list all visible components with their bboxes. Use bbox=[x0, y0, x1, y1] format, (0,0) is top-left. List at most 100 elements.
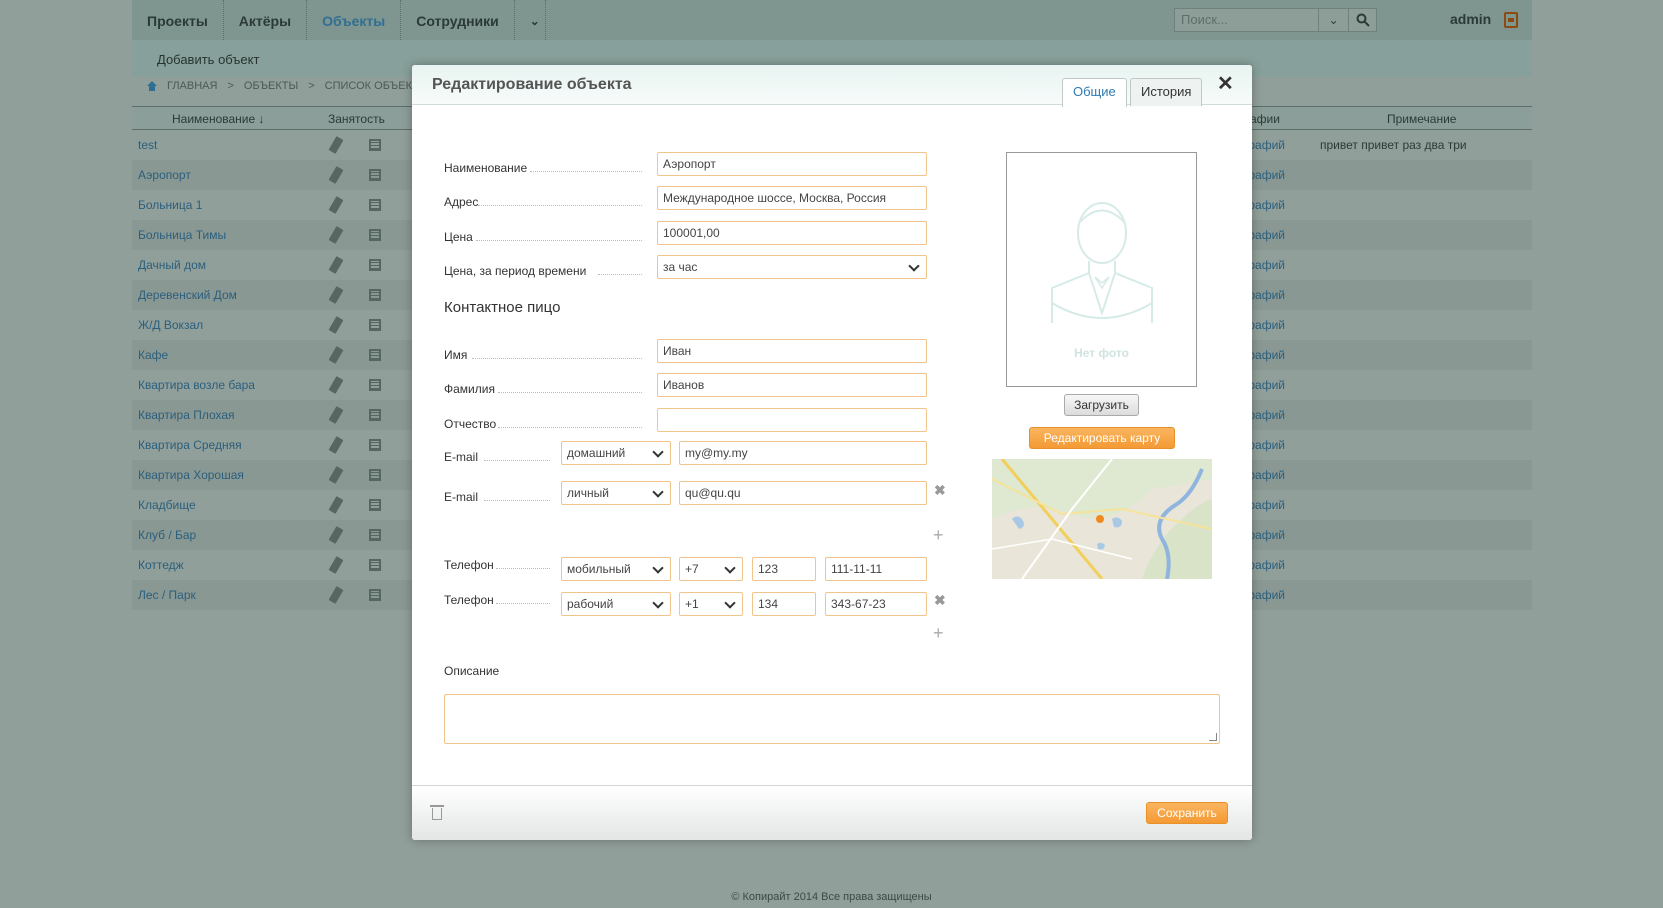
nav-more-dropdown[interactable]: ⌄ bbox=[515, 0, 546, 40]
edit-pencil-icon[interactable] bbox=[328, 346, 344, 364]
column-header-photos[interactable]: афии bbox=[1250, 112, 1280, 126]
nav-projects[interactable]: Проекты bbox=[132, 0, 224, 40]
row-name-link[interactable]: Больница 1 bbox=[138, 198, 202, 212]
calendar-icon[interactable] bbox=[369, 469, 381, 481]
add-phone-icon[interactable]: + bbox=[933, 623, 944, 644]
home-icon[interactable] bbox=[147, 81, 157, 91]
nav-objects[interactable]: Объекты bbox=[307, 0, 402, 40]
calendar-icon[interactable] bbox=[369, 169, 381, 181]
column-header-name[interactable]: Наименование ↓ bbox=[172, 112, 265, 126]
description-textarea[interactable] bbox=[444, 694, 1220, 744]
column-header-note[interactable]: Примечание bbox=[1387, 112, 1456, 126]
tab-history[interactable]: История bbox=[1130, 78, 1203, 106]
calendar-icon[interactable] bbox=[369, 439, 381, 451]
nav-employees[interactable]: Сотрудники bbox=[401, 0, 515, 40]
phone-country-code-select[interactable]: +7 bbox=[679, 557, 743, 581]
row-name-link[interactable]: Квартира Средняя bbox=[138, 438, 242, 452]
address-input[interactable]: Международное шоссе, Москва, Россия bbox=[657, 186, 927, 210]
edit-pencil-icon[interactable] bbox=[328, 526, 344, 544]
logout-icon[interactable] bbox=[1504, 12, 1518, 28]
row-name-link[interactable]: Деревенский Дом bbox=[138, 288, 237, 302]
row-name-link[interactable]: Лес / Парк bbox=[138, 588, 196, 602]
breadcrumb-home[interactable]: ГЛАВНАЯ bbox=[167, 80, 217, 92]
calendar-icon[interactable] bbox=[369, 589, 381, 601]
phone-type-select[interactable]: мобильный bbox=[561, 557, 671, 581]
row-name-link[interactable]: Больница Тимы bbox=[138, 228, 226, 242]
edit-pencil-icon[interactable] bbox=[328, 136, 344, 154]
row-name-link[interactable]: Квартира Плохая bbox=[138, 408, 235, 422]
calendar-icon[interactable] bbox=[369, 529, 381, 541]
price-input[interactable]: 100001,00 bbox=[657, 221, 927, 245]
column-header-busy[interactable]: Занятость bbox=[328, 112, 385, 126]
calendar-icon[interactable] bbox=[369, 229, 381, 241]
calendar-icon[interactable] bbox=[369, 199, 381, 211]
row-name-link[interactable]: Аэропорт bbox=[138, 168, 191, 182]
edit-pencil-icon[interactable] bbox=[328, 376, 344, 394]
row-name-link[interactable]: Квартира Хорошая bbox=[138, 468, 244, 482]
calendar-icon[interactable] bbox=[369, 499, 381, 511]
phone-area-input[interactable]: 134 bbox=[752, 592, 816, 616]
middle-name-input[interactable] bbox=[657, 408, 927, 432]
calendar-icon[interactable] bbox=[369, 139, 381, 151]
edit-pencil-icon[interactable] bbox=[328, 466, 344, 484]
nav-actors[interactable]: Актёры bbox=[224, 0, 308, 40]
close-icon[interactable]: ✕ bbox=[1217, 74, 1234, 94]
calendar-icon[interactable] bbox=[369, 349, 381, 361]
email-input[interactable]: qu@qu.qu bbox=[679, 481, 927, 505]
edit-pencil-icon[interactable] bbox=[328, 406, 344, 424]
edit-pencil-icon[interactable] bbox=[328, 436, 344, 454]
remove-email-icon[interactable]: ✖ bbox=[934, 482, 946, 499]
row-name-link[interactable]: Кафе bbox=[138, 348, 168, 362]
phone-number-input[interactable]: 343-67-23 bbox=[825, 592, 927, 616]
first-name-input[interactable]: Иван bbox=[657, 339, 927, 363]
row-name-link[interactable]: Ж/Д Вокзал bbox=[138, 318, 203, 332]
edit-pencil-icon[interactable] bbox=[328, 256, 344, 274]
phone-country-code-select[interactable]: +1 bbox=[679, 592, 743, 616]
upload-button[interactable]: Загрузить bbox=[1064, 394, 1139, 416]
email-type-value: личный bbox=[567, 486, 609, 500]
last-name-input[interactable]: Иванов bbox=[657, 373, 927, 397]
save-button[interactable]: Сохранить bbox=[1146, 802, 1228, 824]
calendar-icon[interactable] bbox=[369, 379, 381, 391]
calendar-icon[interactable] bbox=[369, 559, 381, 571]
edit-pencil-icon[interactable] bbox=[328, 286, 344, 304]
edit-pencil-icon[interactable] bbox=[328, 496, 344, 514]
row-name-link[interactable]: Кладбище bbox=[138, 498, 196, 512]
row-name-link[interactable]: Клуб / Бар bbox=[138, 528, 196, 542]
add-email-icon[interactable]: + bbox=[933, 525, 944, 546]
row-name-link[interactable]: Коттедж bbox=[138, 558, 184, 572]
edit-pencil-icon[interactable] bbox=[328, 196, 344, 214]
remove-phone-icon[interactable]: ✖ bbox=[934, 592, 946, 609]
phone-type-select[interactable]: рабочий bbox=[561, 592, 671, 616]
resize-handle-icon[interactable] bbox=[1209, 733, 1217, 741]
name-input[interactable]: Аэропорт bbox=[657, 152, 927, 176]
calendar-icon[interactable] bbox=[369, 259, 381, 271]
phone-area-input[interactable]: 123 bbox=[752, 557, 816, 581]
edit-pencil-icon[interactable] bbox=[328, 586, 344, 604]
search-dropdown-button[interactable]: ⌄ bbox=[1319, 8, 1349, 32]
phone-number-input[interactable]: 111-11-11 bbox=[825, 557, 927, 581]
edit-map-button[interactable]: Редактировать карту bbox=[1029, 427, 1175, 449]
edit-pencil-icon[interactable] bbox=[328, 316, 344, 334]
breadcrumb-objects[interactable]: ОБЪЕКТЫ bbox=[244, 80, 298, 92]
map-preview[interactable] bbox=[992, 459, 1212, 579]
add-object-link[interactable]: Добавить объект bbox=[157, 52, 259, 67]
price-period-select[interactable]: за час bbox=[657, 255, 927, 279]
user-name[interactable]: admin bbox=[1450, 11, 1491, 27]
search-button[interactable] bbox=[1349, 8, 1377, 32]
edit-pencil-icon[interactable] bbox=[328, 556, 344, 574]
email-type-select[interactable]: домашний bbox=[561, 441, 671, 465]
calendar-icon[interactable] bbox=[369, 409, 381, 421]
calendar-icon[interactable] bbox=[369, 319, 381, 331]
row-name-link[interactable]: test bbox=[138, 138, 157, 152]
email-type-select[interactable]: личный bbox=[561, 481, 671, 505]
calendar-icon[interactable] bbox=[369, 289, 381, 301]
row-name-link[interactable]: Квартира возле бара bbox=[138, 378, 255, 392]
row-name-link[interactable]: Дачный дом bbox=[138, 258, 206, 272]
edit-pencil-icon[interactable] bbox=[328, 166, 344, 184]
email-input[interactable]: my@my.my bbox=[679, 441, 927, 465]
tab-general[interactable]: Общие bbox=[1062, 78, 1127, 107]
edit-pencil-icon[interactable] bbox=[328, 226, 344, 244]
trash-icon[interactable] bbox=[430, 805, 444, 820]
search-input[interactable]: Поиск... bbox=[1174, 8, 1319, 32]
